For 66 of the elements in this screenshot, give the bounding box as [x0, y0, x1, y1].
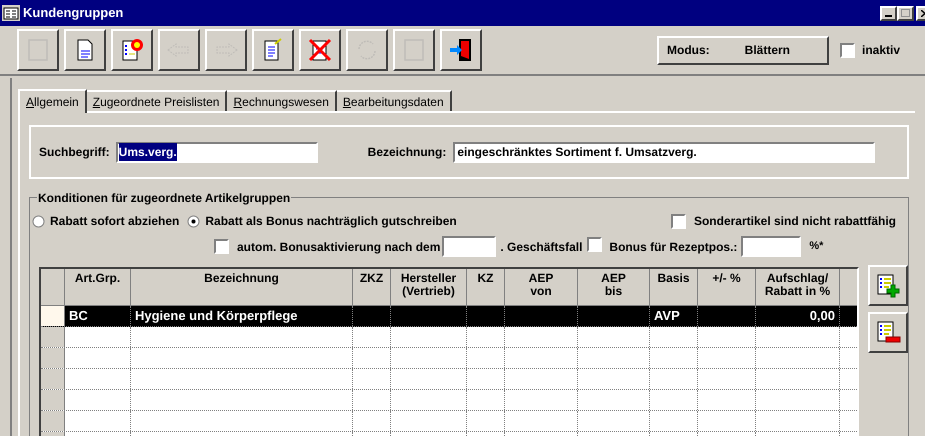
column-header: Bezeichnung [204, 270, 279, 287]
unit-label: %* [809, 239, 824, 254]
checkbox[interactable] [587, 236, 602, 252]
list-add-icon [875, 272, 901, 298]
field-value: eingeschränktes Sortiment f. Umsatzverg. [457, 144, 697, 161]
row-header[interactable] [41, 306, 65, 326]
checkbox-label: inaktiv [862, 42, 900, 59]
inaktiv-checkbox[interactable] [840, 42, 855, 58]
row-header[interactable] [41, 369, 65, 389]
table-cell-text: BC [69, 307, 88, 326]
column-header: AEP von [528, 270, 554, 300]
column-header: Hersteller (Vertrieb) [400, 270, 458, 300]
designation-field[interactable]: eingeschränktes Sortiment f. Umsatzverg. [453, 142, 876, 162]
field-suffix: . Geschäftsfall [500, 238, 582, 256]
column-header: Basis [657, 270, 690, 287]
table-cell-text: 0,00 [810, 307, 835, 326]
column-header: ZKZ [360, 270, 384, 287]
delete-document-icon [307, 37, 333, 63]
table-cell-text: AVP [654, 307, 680, 326]
field-label: Bezeichnung: [368, 144, 446, 161]
tab[interactable]: Rechnungswesen [227, 90, 337, 111]
percent-field[interactable] [741, 236, 802, 257]
toolbar-button[interactable] [440, 29, 482, 71]
search-term-field[interactable]: Ums.verg. [116, 142, 318, 162]
row-header[interactable] [41, 327, 65, 347]
add-row-button[interactable] [868, 265, 908, 306]
radio-button[interactable] [187, 214, 200, 228]
transaction-number-field[interactable] [442, 236, 496, 257]
exit-door-icon [448, 37, 474, 63]
row-header[interactable] [41, 411, 65, 431]
mode-label: Modus: [667, 42, 710, 59]
maximize-button[interactable] [897, 6, 914, 20]
tab[interactable]: Zugeordnete Preislisten [86, 90, 228, 111]
tab[interactable]: Bearbeitungsdaten [336, 90, 452, 111]
column-header: KZ [478, 270, 494, 287]
field-label: Suchbegriff: [39, 144, 110, 161]
toolbar-button[interactable] [299, 29, 341, 71]
toolbar-button[interactable] [111, 29, 153, 71]
window-icon [2, 5, 20, 21]
field-value: Ums.verg. [118, 143, 177, 161]
radio-button[interactable] [32, 214, 45, 228]
row-header[interactable] [41, 390, 65, 410]
window-title: Kundengruppen [23, 4, 124, 22]
remove-row-button[interactable] [868, 312, 908, 353]
maximize-icon [901, 9, 910, 17]
checkbox[interactable] [670, 214, 686, 228]
column-header: +/- % [712, 270, 741, 287]
row-header[interactable] [41, 348, 65, 368]
toolbar-button[interactable] [252, 29, 294, 71]
column-header: AEP bis [600, 270, 627, 300]
list-remove-icon [875, 320, 901, 346]
checkbox[interactable] [214, 239, 229, 254]
table-row[interactable]: BC Hygiene und Körperpflege AVP 0,00 [41, 306, 857, 327]
column-header: Aufschlag/ Rabatt in % [764, 270, 832, 300]
minimize-button[interactable] [880, 6, 897, 20]
radio-label: Rabatt sofort abziehen [50, 213, 180, 230]
column-header: Art.Grp. [74, 270, 120, 287]
tab[interactable]: Allgemein [18, 89, 87, 113]
table-cell-text: Hygiene und Körperpflege [135, 307, 298, 326]
mode-value: Blättern [744, 42, 790, 59]
toolbar-button[interactable] [64, 29, 106, 71]
radio-label: Rabatt als Bonus nachträglich gutschreiben [205, 213, 457, 230]
minimize-icon [885, 14, 892, 16]
checkbox-label: autom. Bonusaktivierung nach dem [237, 238, 440, 256]
checkbox-label: Bonus für Rezeptpos.: [609, 238, 738, 256]
checkbox-label: Sonderartikel sind nicht rabattfähig [694, 213, 896, 230]
